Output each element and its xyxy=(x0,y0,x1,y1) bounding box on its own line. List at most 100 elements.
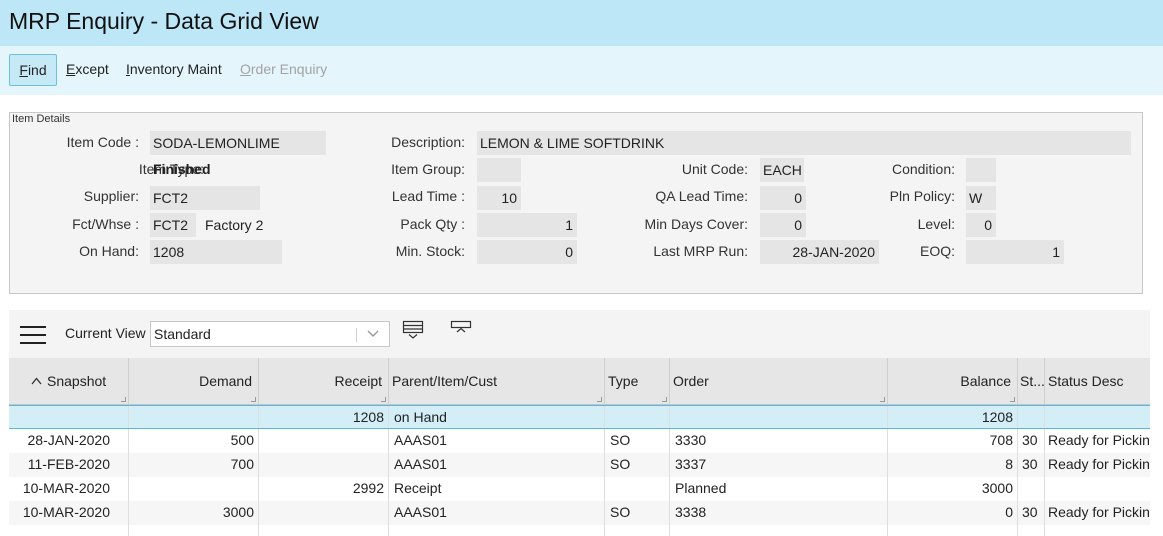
min-days-cover-field[interactable]: 0 xyxy=(760,213,806,237)
resize-grip-icon[interactable] xyxy=(880,397,885,402)
supplier-field[interactable]: FCT2 xyxy=(150,186,260,210)
resize-grip-icon[interactable] xyxy=(251,397,256,402)
cell-receipt xyxy=(259,525,389,536)
resize-grip-icon[interactable] xyxy=(1010,397,1015,402)
cell-type: SO xyxy=(605,429,670,453)
unit-code-field[interactable]: EACH xyxy=(760,158,804,182)
cell-snapshot xyxy=(9,406,129,428)
pack-qty-label: Pack Qty : xyxy=(400,216,465,232)
table-row[interactable]: 28-JAN-2020 500 AAAS01 SO 3330 708 30 Re… xyxy=(9,429,1150,453)
cell-parent xyxy=(389,525,605,536)
level-field[interactable]: 0 xyxy=(966,213,996,237)
find-button[interactable]: Find xyxy=(9,54,57,86)
status-header-label: St... xyxy=(1020,373,1045,389)
chevron-down-icon xyxy=(367,330,379,337)
order-enquiry-button: Order Enquiry xyxy=(240,54,327,86)
current-view-select[interactable]: Standard xyxy=(150,321,390,347)
item-code-label: Item Code : xyxy=(66,134,139,150)
except-label: xcept xyxy=(75,61,109,77)
resize-grip-icon[interactable] xyxy=(121,397,126,402)
table-row[interactable]: 10-MAR-2020 3000 AAAS01 SO 3338 0 30 Rea… xyxy=(9,501,1150,525)
resize-grip-icon[interactable] xyxy=(381,397,386,402)
inventory-maint-button[interactable]: Inventory Maint xyxy=(126,54,222,86)
column-header-demand[interactable]: Demand xyxy=(129,358,259,405)
cell-balance: 3000 xyxy=(888,477,1018,501)
cell-demand xyxy=(129,525,259,536)
cell-status xyxy=(1018,525,1045,536)
cell-snapshot: 11-FEB-2020 xyxy=(9,453,129,477)
cell-demand: 700 xyxy=(129,453,259,477)
column-header-receipt[interactable]: Receipt xyxy=(259,358,389,405)
cell-status: 30 xyxy=(1018,429,1045,453)
on-hand-field[interactable]: 1208 xyxy=(150,240,282,264)
lead-time-field[interactable]: 10 xyxy=(477,186,521,210)
table-row-on-hand[interactable]: 1208 on Hand 1208 xyxy=(9,405,1150,429)
cell-order: 3337 xyxy=(670,453,888,477)
fct-field[interactable]: FCT2 xyxy=(150,213,196,237)
qa-lead-time-label: QA Lead Time: xyxy=(655,188,748,204)
cell-order: 3338 xyxy=(670,501,888,525)
order-hotkey: O xyxy=(240,61,251,77)
last-mrp-run-label: Last MRP Run: xyxy=(653,243,748,259)
hamburger-menu-icon[interactable] xyxy=(20,324,46,346)
eoq-field[interactable]: 1 xyxy=(966,240,1064,264)
cell-type: SO xyxy=(605,501,670,525)
order-header-label: Order xyxy=(673,373,709,389)
cell-status-desc: Ready for Picking xyxy=(1048,456,1150,472)
expand-rows-icon[interactable] xyxy=(402,320,424,340)
order-label: rder Enquiry xyxy=(250,61,328,77)
column-header-status-desc[interactable]: Status Desc xyxy=(1045,358,1150,405)
qa-lead-time-field[interactable]: 0 xyxy=(760,186,806,210)
item-details-panel: Item Details Item Code : SODA-LEMONLIME … xyxy=(9,112,1143,294)
cell-snapshot: 28-JAN-2020 xyxy=(9,429,129,453)
window-title: MRP Enquiry - Data Grid View xyxy=(9,8,319,34)
column-header-balance[interactable]: Balance xyxy=(888,358,1018,405)
cell-balance: 0 xyxy=(888,501,1018,525)
min-stock-label: Min. Stock: xyxy=(395,243,465,259)
except-hotkey: E xyxy=(66,61,76,77)
status-desc-header-label: Status Desc xyxy=(1048,373,1124,389)
cell-parent: AAAS01 xyxy=(389,453,605,477)
cell-snapshot: 10-MAR-2020 xyxy=(9,501,129,525)
type-header-label: Type xyxy=(608,373,639,389)
cell-balance: 708 xyxy=(888,429,1018,453)
resize-grip-icon[interactable] xyxy=(662,397,667,402)
cell-type xyxy=(605,406,670,428)
table-row[interactable]: 10-MAR-2020 2992 Receipt Planned 3000 xyxy=(9,477,1150,501)
level-label: Level: xyxy=(917,216,955,232)
item-group-field[interactable] xyxy=(477,158,521,182)
cell-type: SO xyxy=(605,453,670,477)
except-button[interactable]: Except xyxy=(66,54,109,86)
collapse-rows-icon[interactable] xyxy=(450,320,472,340)
column-header-status[interactable]: St... xyxy=(1018,358,1045,405)
cell-demand: 500 xyxy=(129,429,259,453)
cell-status-desc xyxy=(1045,406,1150,428)
column-header-parent[interactable]: Parent/Item/Cust xyxy=(389,358,605,405)
on-hand-label: On Hand: xyxy=(79,243,139,259)
pln-policy-field[interactable]: W xyxy=(966,186,996,210)
last-mrp-run-field[interactable]: 28-JAN-2020 xyxy=(760,240,879,264)
condition-field[interactable] xyxy=(966,158,996,182)
cell-parent: AAAS01 xyxy=(389,429,605,453)
item-code-field[interactable]: SODA-LEMONLIME xyxy=(150,131,326,155)
find-label: ind xyxy=(27,62,47,78)
cell-receipt xyxy=(259,429,389,453)
receipt-header-label: Receipt xyxy=(334,373,382,389)
cell-status: 30 xyxy=(1018,501,1045,525)
cell-balance: 8 xyxy=(888,453,1018,477)
cell-snapshot xyxy=(9,525,129,536)
cell-snapshot: 10-MAR-2020 xyxy=(9,477,129,501)
description-field[interactable]: LEMON & LIME SOFTDRINK xyxy=(477,131,1131,155)
cell-receipt: 2992 xyxy=(259,477,389,501)
column-header-order[interactable]: Order xyxy=(670,358,888,405)
column-header-snapshot[interactable]: Snapshot xyxy=(9,358,129,405)
cell-status: 30 xyxy=(1018,453,1045,477)
resize-grip-icon[interactable] xyxy=(597,397,602,402)
pack-qty-field[interactable]: 1 xyxy=(477,213,577,237)
table-row[interactable]: 11-FEB-2020 700 AAAS01 SO 3337 8 30 Read… xyxy=(9,453,1150,477)
cell-balance xyxy=(888,525,1018,536)
cell-status xyxy=(1018,406,1045,428)
column-header-type[interactable]: Type xyxy=(605,358,670,405)
cell-balance: 1208 xyxy=(888,406,1018,428)
min-stock-field[interactable]: 0 xyxy=(477,240,577,264)
